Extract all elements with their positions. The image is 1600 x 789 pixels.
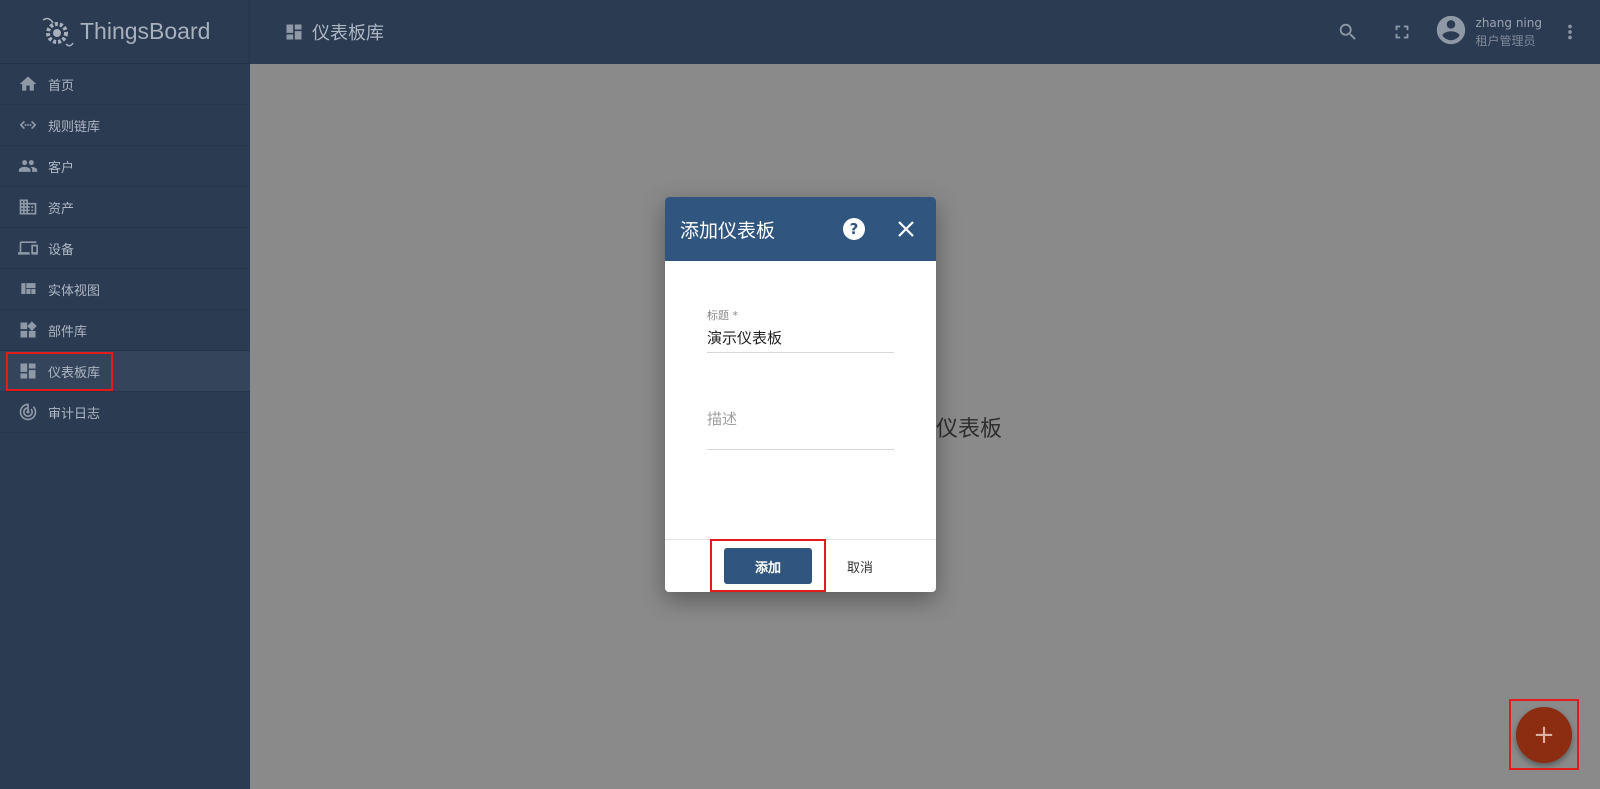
- search-button[interactable]: [1328, 12, 1368, 52]
- help-icon[interactable]: ?: [843, 218, 865, 240]
- sidebar-item-label: 规则链库: [48, 119, 101, 135]
- add-dashboard-dialog: 添加仪表板 ? 标题 * 演示仪表板 描述 添加 取消: [665, 197, 936, 592]
- empty-dashboards-text: 仪表板: [936, 417, 1003, 442]
- user-name: zhang ning: [1475, 16, 1542, 30]
- logo-gear-icon: [42, 17, 74, 46]
- sidebar-item-assets[interactable]: 资产: [0, 187, 250, 228]
- widgets-icon: [18, 320, 38, 340]
- sidebar-item-customers[interactable]: 客户: [0, 146, 250, 187]
- code-arrows-icon: [18, 115, 38, 135]
- title-field-label: 标题 *: [707, 309, 738, 322]
- sidebar: ThingsBoard 首页 规则链库 客户 资产 设备 实体视图 部件库 仪表…: [0, 0, 250, 789]
- sidebar-item-rule-chains[interactable]: 规则链库: [0, 105, 250, 146]
- dashboard-icon: [18, 361, 38, 381]
- people-icon: [18, 156, 38, 176]
- close-icon: [898, 221, 914, 237]
- dialog-header: 添加仪表板 ?: [665, 197, 936, 261]
- cancel-button[interactable]: 取消: [835, 548, 885, 584]
- sidebar-item-dashboards[interactable]: 仪表板库: [0, 351, 250, 392]
- more-vert-icon: [1568, 24, 1572, 40]
- dashboard-icon: [286, 24, 302, 40]
- sidebar-item-home[interactable]: 首页: [0, 64, 250, 105]
- logo[interactable]: ThingsBoard: [0, 0, 250, 64]
- sidebar-item-label: 部件库: [48, 324, 88, 340]
- sidebar-item-label: 设备: [48, 242, 75, 258]
- description-field[interactable]: 描述: [707, 408, 894, 450]
- close-button[interactable]: [893, 216, 919, 242]
- sidebar-item-entity-views[interactable]: 实体视图: [0, 269, 250, 310]
- sidebar-item-label: 实体视图: [48, 283, 101, 299]
- user-menu[interactable]: zhang ning 租户管理员: [1434, 13, 1542, 51]
- user-role: 租户管理员: [1475, 34, 1536, 48]
- add-button[interactable]: 添加: [724, 548, 812, 584]
- sidebar-item-label: 仪表板库: [48, 365, 101, 381]
- title-field-input[interactable]: 演示仪表板: [707, 327, 894, 352]
- description-field-input[interactable]: 描述: [707, 408, 894, 449]
- page-title: 仪表板库: [284, 19, 384, 45]
- sidebar-item-label: 资产: [48, 201, 75, 217]
- building-icon: [18, 197, 38, 217]
- home-icon: [18, 74, 38, 94]
- sidebar-item-label: 审计日志: [48, 406, 101, 422]
- track-changes-icon: [18, 402, 38, 422]
- title-field[interactable]: 标题 * 演示仪表板: [707, 307, 894, 353]
- topbar: 仪表板库 zhang ning 租户管理员: [250, 0, 1600, 64]
- dialog-actions: 添加 取消: [665, 539, 936, 592]
- account-circle-icon: [1434, 13, 1468, 51]
- sidebar-item-devices[interactable]: 设备: [0, 228, 250, 269]
- plus-icon: +: [1533, 720, 1555, 750]
- app-name: ThingsBoard: [80, 18, 211, 44]
- sidebar-item-widgets-library[interactable]: 部件库: [0, 310, 250, 351]
- fullscreen-icon: [1395, 25, 1408, 39]
- page-title-text: 仪表板库: [312, 23, 384, 44]
- view-quilt-icon: [18, 279, 38, 299]
- more-menu-button[interactable]: [1550, 12, 1590, 52]
- sidebar-item-label: 首页: [48, 78, 75, 94]
- fullscreen-button[interactable]: [1382, 12, 1422, 52]
- dialog-title: 添加仪表板: [680, 219, 776, 242]
- add-dashboard-fab[interactable]: +: [1516, 707, 1572, 763]
- sidebar-item-audit-logs[interactable]: 审计日志: [0, 392, 250, 433]
- search-icon: [1339, 23, 1356, 40]
- devices-icon: [18, 238, 38, 258]
- sidebar-item-label: 客户: [48, 160, 75, 176]
